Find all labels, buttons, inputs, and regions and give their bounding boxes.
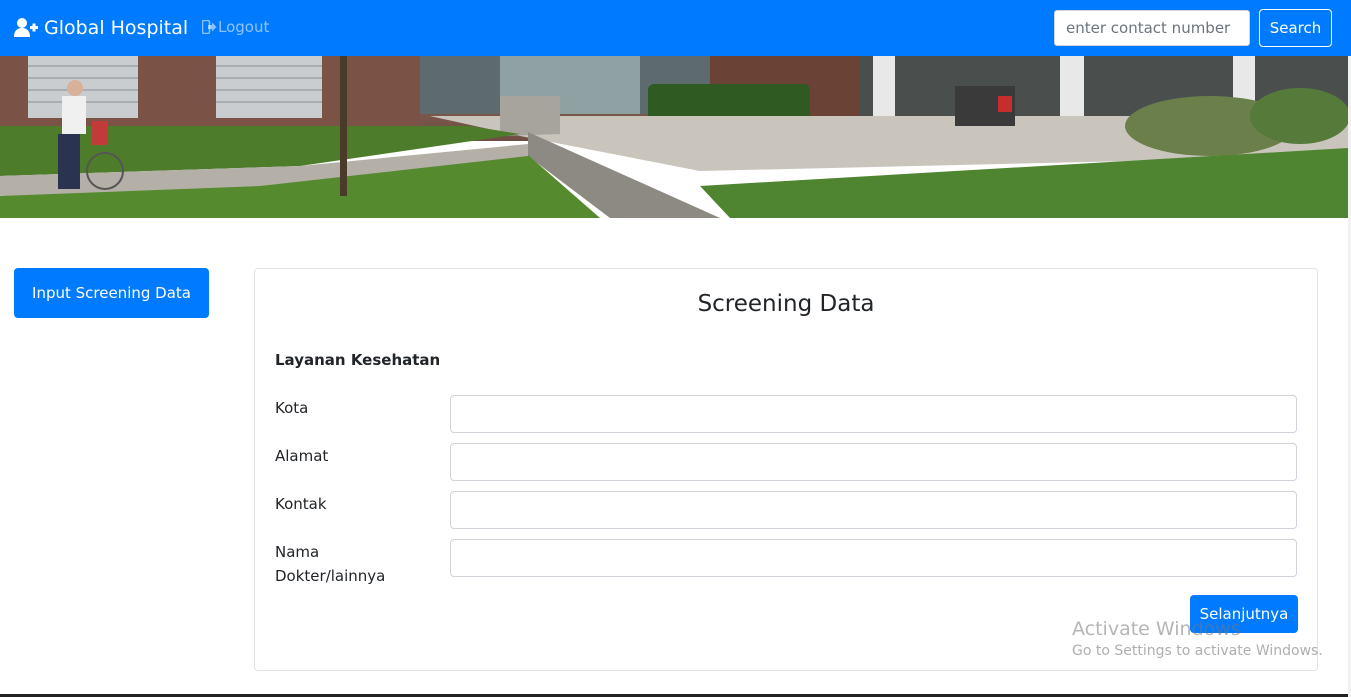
sign-out-icon — [201, 19, 217, 35]
activation-watermark-title: Activate Windows — [1072, 618, 1241, 640]
brand-name: Global Hospital — [44, 17, 189, 39]
kota-label: Kota — [275, 399, 309, 417]
alamat-label: Alamat — [275, 447, 329, 465]
user-plus-icon — [14, 17, 38, 39]
top-navbar: Global Hospital Logout Search — [0, 0, 1351, 56]
logout-label: Logout — [218, 18, 270, 36]
screening-form-card: Screening Data Layanan Kesehatan Kota Al… — [254, 268, 1318, 671]
nama-dokter-label: Nama Dokter/lainnya — [275, 543, 386, 585]
hospital-banner-image — [0, 56, 1348, 218]
section-title: Layanan Kesehatan — [275, 351, 441, 369]
kota-input[interactable] — [450, 395, 1297, 433]
form-title: Screening Data — [697, 291, 875, 317]
kontak-label: Kontak — [275, 495, 327, 513]
nama-dokter-input[interactable] — [450, 539, 1297, 577]
activation-watermark-subtitle: Go to Settings to activate Windows. — [1072, 643, 1323, 659]
kontak-input[interactable] — [450, 491, 1297, 529]
alamat-input[interactable] — [450, 443, 1297, 481]
contact-search-input[interactable] — [1054, 10, 1250, 46]
input-screening-data-button[interactable]: Input Screening Data — [14, 268, 209, 318]
search-button[interactable]: Search — [1259, 9, 1332, 47]
logout-link[interactable]: Logout — [201, 18, 270, 36]
brand-link[interactable]: Global Hospital — [14, 14, 188, 42]
